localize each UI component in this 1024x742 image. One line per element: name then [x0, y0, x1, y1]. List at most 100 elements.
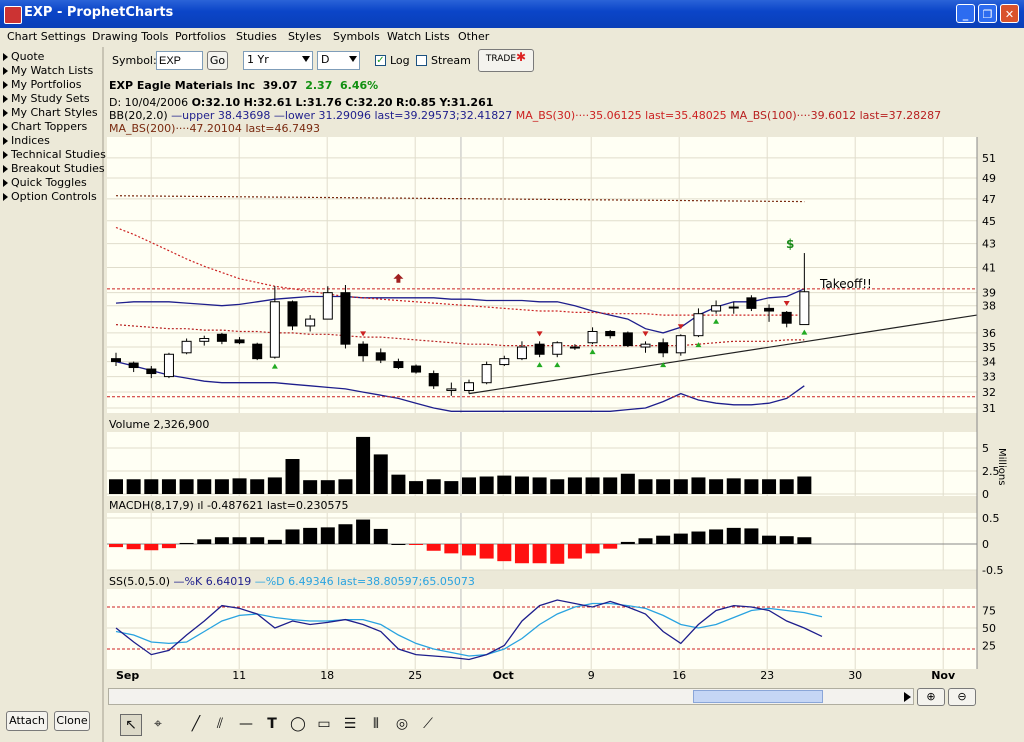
macd-bar — [514, 544, 529, 564]
log-checkbox[interactable]: ✓ — [375, 55, 386, 66]
macd-bar — [691, 531, 706, 544]
stream-checkbox[interactable] — [416, 55, 427, 66]
x-tick-label: 9 — [588, 669, 595, 682]
sidebar-item-my-watch-lists[interactable]: My Watch Lists — [3, 64, 93, 78]
menu-portfolios[interactable]: Portfolios — [175, 30, 226, 43]
crosshair-tool-icon[interactable]: ⌖ — [148, 714, 168, 734]
last-price: 39.07 — [262, 79, 298, 92]
menu-chart-settings[interactable]: Chart Settings — [7, 30, 86, 43]
trend-line — [468, 314, 978, 395]
candle-body — [499, 358, 510, 366]
candle-body — [252, 343, 263, 360]
menu-other[interactable]: Other — [458, 30, 489, 43]
fan-tool-icon[interactable]: ◎ — [392, 714, 412, 734]
fibonacci-tool-icon[interactable]: ☰ — [340, 714, 360, 734]
close-button[interactable]: ✕ — [1000, 4, 1019, 23]
cycle-lines-tool-icon[interactable]: ⦀ — [366, 714, 386, 734]
sidebar-item-my-study-sets[interactable]: My Study Sets — [3, 92, 90, 106]
quote-header: EXP Eagle Materials Inc 39.07 2.37 6.46% — [109, 79, 378, 92]
menu-symbols[interactable]: Symbols — [333, 30, 380, 43]
ss-tick-label: 50 — [982, 622, 996, 635]
macd-panel-bg — [107, 513, 977, 570]
macd-bar — [585, 544, 600, 554]
horizontal-line-tool-icon[interactable]: — — [236, 714, 256, 734]
volume-bar — [514, 476, 529, 494]
y-tick-label: 41 — [982, 262, 996, 275]
sidebar-item-indices[interactable]: Indices — [3, 134, 50, 148]
macd-bar — [179, 542, 194, 544]
candle-body — [111, 358, 121, 363]
pointer-tool-icon[interactable]: ↖ — [120, 714, 142, 736]
text-tool-icon[interactable]: T — [262, 714, 282, 734]
chevron-down-icon — [302, 56, 310, 62]
menu-studies[interactable]: Studies — [236, 30, 277, 43]
ss-tick-label: 75 — [982, 605, 996, 618]
bollinger-lower-line — [115, 360, 805, 412]
candle-body — [446, 388, 457, 391]
candle-body — [481, 364, 492, 384]
candle-body — [287, 301, 298, 327]
macd-bar — [109, 544, 123, 548]
line-tool-icon[interactable]: ╱ — [186, 714, 206, 734]
gann-tool-icon[interactable]: ⟋ — [418, 714, 438, 734]
volume-bar — [109, 479, 123, 494]
sidebar-item-chart-toppers[interactable]: Chart Toppers — [3, 120, 87, 134]
macd-bar — [497, 544, 512, 562]
volume-bar — [603, 477, 618, 494]
y-tick-label: 47 — [982, 193, 996, 206]
sidebar-item-technical-studies[interactable]: Technical Studies — [3, 148, 106, 162]
parallel-lines-tool-icon[interactable]: ⫽ — [210, 714, 230, 734]
scrollbar-thumb[interactable] — [693, 690, 823, 703]
attach-button[interactable]: Attach — [6, 711, 48, 731]
symbol-input[interactable] — [156, 51, 203, 70]
sidebar-item-option-controls[interactable]: Option Controls — [3, 190, 97, 204]
sidebar-item-my-portfolios[interactable]: My Portfolios — [3, 78, 81, 92]
candle-body — [569, 346, 580, 349]
macd-bar — [391, 544, 406, 545]
sidebar-item-quick-toggles[interactable]: Quick Toggles — [3, 176, 87, 190]
volume-bar — [497, 475, 512, 494]
sell-signal-arrow-icon — [536, 331, 543, 337]
macd-bar — [797, 537, 812, 544]
menu-watch-lists[interactable]: Watch Lists — [387, 30, 450, 43]
rectangle-tool-icon[interactable]: ▭ — [314, 714, 334, 734]
y-tick-label: 45 — [982, 215, 996, 228]
sidebar-item-my-chart-styles[interactable]: My Chart Styles — [3, 106, 98, 120]
chart-scrollbar[interactable] — [108, 688, 914, 705]
sidebar-item-quote[interactable]: Quote — [3, 50, 44, 64]
candle-body — [199, 337, 210, 342]
clone-button[interactable]: Clone — [54, 711, 90, 731]
expand-triangle-icon — [3, 165, 8, 173]
period-select[interactable]: 1 Yr — [243, 51, 313, 70]
y-tick-label: 43 — [982, 238, 996, 251]
expand-triangle-icon — [3, 193, 8, 201]
menu-styles[interactable]: Styles — [288, 30, 321, 43]
buy-signal-arrow-icon — [271, 363, 278, 369]
macd-bar — [250, 537, 265, 544]
volume-panel-bg — [107, 432, 977, 496]
volume-bar — [462, 477, 476, 494]
sidebar-item-breakout-studies[interactable]: Breakout Studies — [3, 162, 105, 176]
volume-tick-label: 0 — [982, 488, 989, 501]
minimize-button[interactable]: _ — [956, 4, 975, 23]
candle-body — [764, 307, 775, 312]
ss-panel-bg — [107, 589, 977, 669]
ss-d-line — [115, 602, 823, 657]
interval-select[interactable]: D — [317, 51, 360, 70]
zoom-out-button[interactable]: ⊖ — [948, 688, 976, 706]
candle-body — [375, 352, 386, 361]
trade-button[interactable]: TRADE✱ — [478, 49, 534, 72]
scroll-right-icon[interactable] — [904, 692, 911, 702]
macd-bar — [479, 544, 494, 559]
volume-bar — [197, 479, 212, 494]
menu-drawing-tools[interactable]: Drawing Tools — [92, 30, 168, 43]
macd-bar — [444, 544, 459, 554]
zoom-in-button[interactable]: ⊕ — [917, 688, 945, 706]
expand-triangle-icon — [3, 53, 8, 61]
macd-bar — [532, 544, 547, 564]
maximize-button[interactable]: ❐ — [978, 4, 997, 23]
ellipse-tool-icon[interactable]: ◯ — [288, 714, 308, 734]
macd-bar — [726, 527, 741, 544]
volume-bar — [620, 473, 635, 494]
go-button[interactable]: Go — [207, 51, 228, 70]
